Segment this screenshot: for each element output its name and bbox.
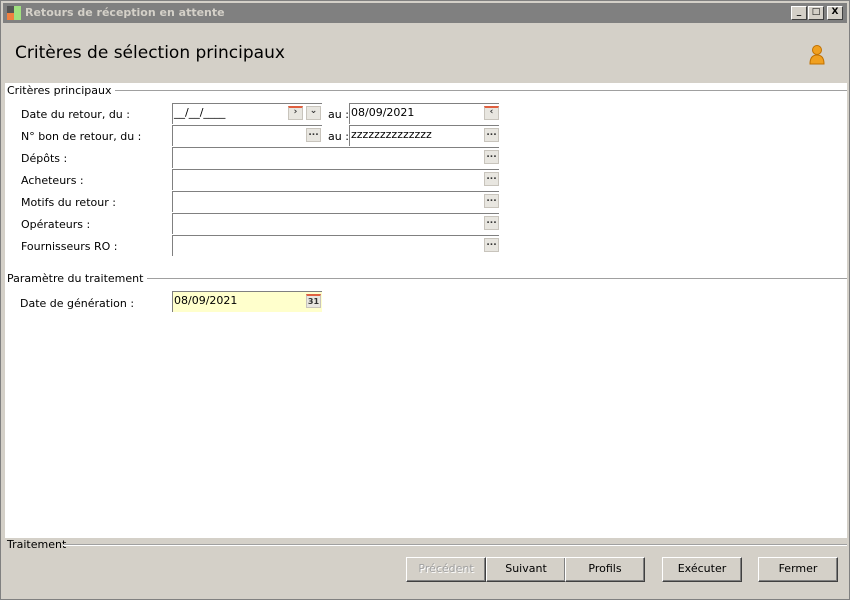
date-generation-input[interactable]: 08/09/2021	[172, 291, 322, 312]
bon-retour-to-input[interactable]: zzzzzzzzzzzzzz	[349, 125, 499, 146]
date-retour-to-input[interactable]: 08/09/2021	[349, 103, 499, 124]
ellipsis-icon[interactable]: ...	[484, 150, 499, 164]
operateurs-input[interactable]	[172, 213, 499, 234]
group-title-params: Paramètre du traitement	[7, 272, 148, 285]
chevron-down-icon[interactable]: ⌄	[306, 106, 321, 120]
minimize-button[interactable]: _	[791, 6, 807, 20]
close-window-button[interactable]: Fermer	[758, 557, 838, 582]
divider	[63, 544, 847, 546]
label-au-date: au :	[328, 108, 349, 121]
ellipsis-icon[interactable]: ...	[484, 216, 499, 230]
previous-button[interactable]: Précédent	[406, 557, 486, 582]
ellipsis-icon[interactable]: ...	[306, 128, 321, 142]
calendar-icon[interactable]: 31	[306, 294, 321, 308]
label-au-bon: au :	[328, 130, 349, 143]
title-bar[interactable]: Retours de réception en attente _ □ X	[3, 3, 847, 23]
fournisseurs-input[interactable]	[172, 235, 499, 256]
ellipsis-icon[interactable]: ...	[484, 194, 499, 208]
app-icon	[7, 6, 21, 20]
calendar-next-icon[interactable]: ›	[288, 106, 303, 120]
ellipsis-icon[interactable]: ...	[484, 128, 499, 142]
depots-input[interactable]	[172, 147, 499, 168]
criteria-panel: Critères principaux Date du retour, du :…	[5, 83, 847, 538]
footer: Traitement Précédent Suivant Profils Exé…	[3, 538, 847, 599]
calendar-prev-icon[interactable]: ‹	[484, 106, 499, 120]
user-icon[interactable]	[809, 44, 825, 66]
close-button[interactable]: X	[827, 6, 843, 20]
label-operateurs: Opérateurs :	[21, 218, 91, 231]
label-depots: Dépôts :	[21, 152, 68, 165]
window-title: Retours de réception en attente	[25, 6, 225, 19]
profiles-button[interactable]: Profils	[565, 557, 645, 582]
ellipsis-icon[interactable]: ...	[484, 238, 499, 252]
divider	[7, 90, 847, 92]
header: Critères de sélection principaux	[3, 23, 847, 83]
group-title-footer: Traitement	[7, 538, 67, 551]
group-title-main: Critères principaux	[7, 84, 116, 97]
label-acheteurs: Acheteurs :	[21, 174, 84, 187]
next-button[interactable]: Suivant	[486, 557, 566, 582]
label-date-generation: Date de génération :	[20, 297, 135, 310]
label-bon-retour: N° bon de retour, du :	[21, 130, 142, 143]
ellipsis-icon[interactable]: ...	[484, 172, 499, 186]
label-motifs: Motifs du retour :	[21, 196, 116, 209]
bon-retour-from-input[interactable]	[172, 125, 322, 146]
maximize-button[interactable]: □	[808, 6, 824, 20]
acheteurs-input[interactable]	[172, 169, 499, 190]
label-fournisseurs: Fournisseurs RO :	[21, 240, 118, 253]
motifs-input[interactable]	[172, 191, 499, 212]
label-date-retour: Date du retour, du :	[21, 108, 130, 121]
execute-button[interactable]: Exécuter	[662, 557, 742, 582]
page-title: Critères de sélection principaux	[15, 43, 285, 63]
window: Retours de réception en attente _ □ X Cr…	[0, 0, 850, 600]
